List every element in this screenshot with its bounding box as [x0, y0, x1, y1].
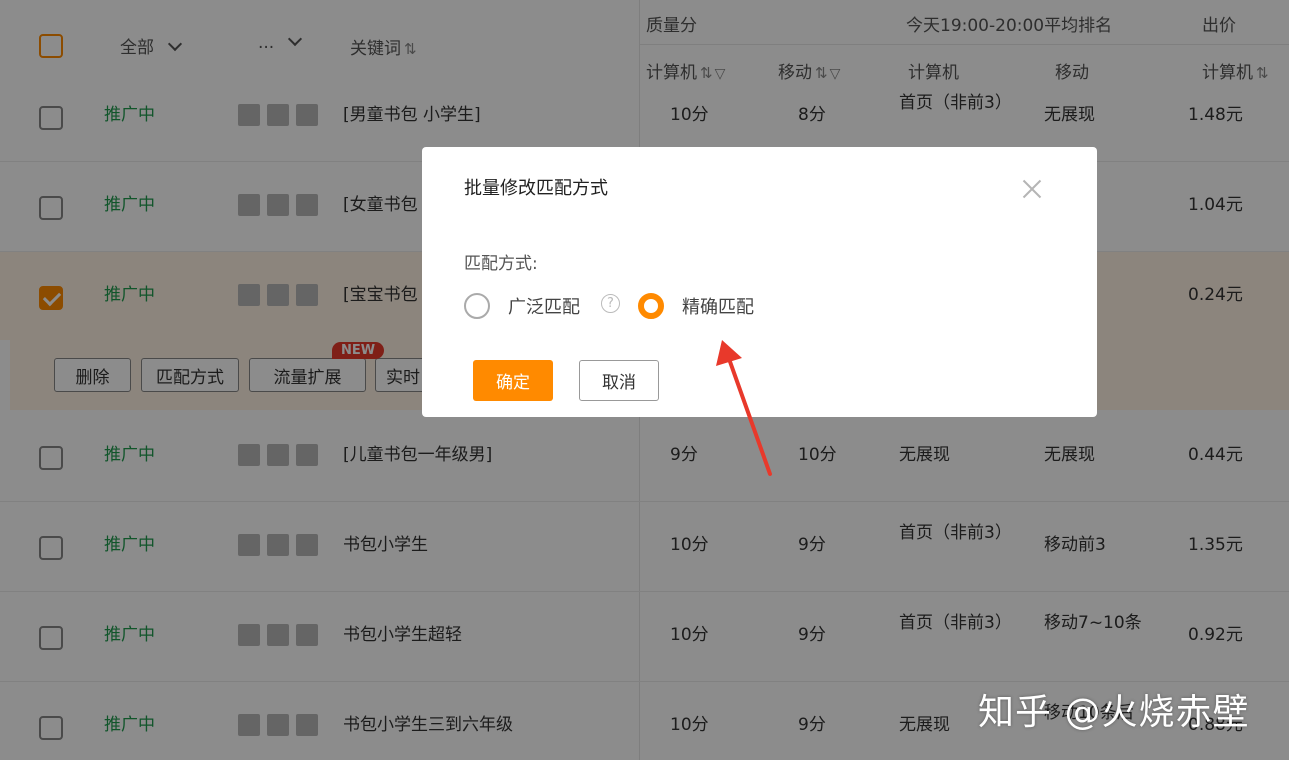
annotation-arrow-icon [716, 340, 772, 476]
watermark: 知乎 @火烧赤壁 [978, 692, 1250, 733]
